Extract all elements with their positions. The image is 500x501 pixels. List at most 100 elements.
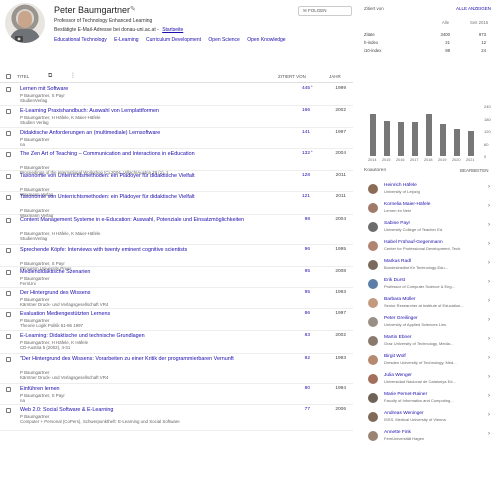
chevron-right-icon[interactable]: › xyxy=(488,222,490,228)
row-checkbox[interactable] xyxy=(6,152,11,157)
publication-title[interactable]: The Zen Art of Teaching – Communication … xyxy=(20,151,275,158)
coauthor-name[interactable]: Annette Fink xyxy=(384,430,411,435)
camera-icon[interactable]: ◉ xyxy=(15,36,23,42)
publication-title[interactable]: Mediendidaktische Szenarien xyxy=(20,269,275,276)
row-checkbox[interactable] xyxy=(6,109,11,114)
coauthor-item[interactable]: Barbara Müller Senior Researcher at Insti… xyxy=(360,294,500,313)
cited-count[interactable]: 95 xyxy=(290,269,310,274)
coauthor-name[interactable]: Peter Greilinger xyxy=(384,316,418,321)
follow-button[interactable]: ✉ FOLGEN xyxy=(298,6,352,16)
coauthor-name[interactable]: Birgit Wolf xyxy=(384,354,406,359)
chevron-right-icon[interactable]: › xyxy=(488,298,490,304)
interest-link[interactable]: Curriculum Development xyxy=(146,37,201,43)
row-checkbox[interactable] xyxy=(6,174,11,179)
interest-link[interactable]: Educational Technology xyxy=(54,37,107,43)
chevron-right-icon[interactable]: › xyxy=(488,412,490,418)
publication-title[interactable]: Einführen lernen xyxy=(20,386,275,393)
publication-title[interactable]: Didaktische Anforderungen an (multimedia… xyxy=(20,130,275,137)
chevron-right-icon[interactable]: › xyxy=(488,431,490,437)
coauthor-name[interactable]: Heinrich Häfele xyxy=(384,183,417,188)
title-column-header[interactable]: TITEL xyxy=(17,74,29,79)
chevron-right-icon[interactable]: › xyxy=(488,355,490,361)
coauthor-name[interactable]: Barbara Müller xyxy=(384,297,415,302)
publication-title[interactable]: "Der Hintergrund des Wissens: Vorarbeite… xyxy=(20,356,275,363)
chevron-right-icon[interactable]: › xyxy=(488,317,490,323)
row-checkbox[interactable] xyxy=(6,334,11,339)
publication-title[interactable]: E-Learning: Didaktische und technische G… xyxy=(20,333,275,340)
cited-count[interactable]: 141 xyxy=(290,130,310,135)
coauthor-item[interactable]: Isabel Frühauf-Gegenmann Center for Profe… xyxy=(360,237,500,256)
publication-title[interactable]: Sprechende Köpfe: Interviews with twenty… xyxy=(20,247,275,254)
row-checkbox[interactable] xyxy=(6,387,11,392)
coauthor-item[interactable]: Kornelia Maier-Häfele Lernen im Netz › xyxy=(360,199,500,218)
publication-title[interactable]: Taxonomie von Unterrichtsmethoden: ein P… xyxy=(20,194,275,201)
select-all-checkbox[interactable] xyxy=(6,74,11,79)
profile-avatar[interactable]: ◉ xyxy=(5,3,45,43)
row-checkbox[interactable] xyxy=(6,291,11,296)
cited-count[interactable]: 98 xyxy=(290,217,310,222)
year-column-header[interactable]: JAHR xyxy=(329,74,341,79)
coauthor-name[interactable]: Martin Ebner xyxy=(384,335,411,340)
coauthor-item[interactable]: Markus Radl Bundesinstitut für Technology… xyxy=(360,256,500,275)
row-checkbox[interactable] xyxy=(6,312,11,317)
chevron-right-icon[interactable]: › xyxy=(488,203,490,209)
coauthor-name[interactable]: Julia Wenger xyxy=(384,373,412,378)
interest-link[interactable]: Open Knowledge xyxy=(247,37,285,43)
homepage-link[interactable]: Startseite xyxy=(162,27,183,33)
view-all-link[interactable]: ALLE ANZEIGEN xyxy=(456,6,491,11)
coauthor-name[interactable]: Erik Durst xyxy=(384,278,405,283)
coauthor-item[interactable]: Annette Fink FernUniversität Hagen › xyxy=(360,427,500,446)
publication-title[interactable]: Evaluation Mediengestützten Lernens xyxy=(20,311,275,318)
coauthor-name[interactable]: Markus Radl xyxy=(384,259,411,264)
cited-count[interactable]: 86 xyxy=(290,311,310,316)
more-vert-icon[interactable]: ⋮ xyxy=(70,72,76,79)
chevron-right-icon[interactable]: › xyxy=(488,260,490,266)
cited-count[interactable]: 96 xyxy=(290,247,310,252)
row-checkbox[interactable] xyxy=(6,218,11,223)
cited-column-header[interactable]: ZITIERT VON xyxy=(278,74,306,79)
cited-count[interactable]: 121 xyxy=(290,194,310,199)
row-checkbox[interactable] xyxy=(6,248,11,253)
row-checkbox[interactable] xyxy=(6,87,11,92)
merge-icon[interactable]: ⧉ xyxy=(48,73,52,80)
chevron-right-icon[interactable]: › xyxy=(488,374,490,380)
coauthor-name[interactable]: Kornelia Maier-Häfele xyxy=(384,202,430,207)
row-checkbox[interactable] xyxy=(6,131,11,136)
pencil-icon[interactable]: ✎ xyxy=(130,5,136,13)
coauthor-item[interactable]: Marie Pernet-Rainer Faculty of Informatic… xyxy=(360,389,500,408)
publication-title[interactable]: Web 2.0: Social Software & E-Learning xyxy=(20,407,275,414)
coauthor-name[interactable]: Isabel Frühauf-Gegenmann xyxy=(384,240,443,245)
cited-count[interactable]: 82 xyxy=(290,356,310,361)
coauthor-item[interactable]: Erik Durst Professor of Computer Science … xyxy=(360,275,500,294)
cited-count[interactable]: 83 xyxy=(290,333,310,338)
row-checkbox[interactable] xyxy=(6,195,11,200)
interest-link[interactable]: Open Science xyxy=(208,37,239,43)
coauthor-item[interactable]: Andreas Weninger ISSS, Medical University… xyxy=(360,408,500,427)
cited-count[interactable]: 128 xyxy=(290,173,310,178)
coauthor-name[interactable]: Marie Pernet-Rainer xyxy=(384,392,427,397)
chevron-right-icon[interactable]: › xyxy=(488,336,490,342)
chevron-right-icon[interactable]: › xyxy=(488,279,490,285)
row-checkbox[interactable] xyxy=(6,270,11,275)
row-checkbox[interactable] xyxy=(6,357,11,362)
row-checkbox[interactable] xyxy=(6,408,11,413)
cited-count[interactable]: 166 xyxy=(290,108,310,113)
publication-title[interactable]: Lernen mit Software xyxy=(20,86,275,93)
coauthor-item[interactable]: Birgit Wolf Dresden University of Technol… xyxy=(360,351,500,370)
interest-link[interactable]: E-Learning xyxy=(114,37,138,43)
coauthor-name[interactable]: Sabine Payr xyxy=(384,221,410,226)
chevron-right-icon[interactable]: › xyxy=(488,241,490,247)
coauthor-item[interactable]: Heinrich Häfele University of Leipzig › xyxy=(360,180,500,199)
coauthor-item[interactable]: Julia Wenger Universidad Nacional de Cata… xyxy=(360,370,500,389)
publication-title[interactable]: Der Hintergrund des Wissens xyxy=(20,290,275,297)
coauthor-name[interactable]: Andreas Weninger xyxy=(384,411,424,416)
publication-title[interactable]: Content Management Systeme in e-Educatio… xyxy=(20,217,275,224)
chevron-right-icon[interactable]: › xyxy=(488,184,490,190)
edit-coauthors-link[interactable]: BEARBEITEN xyxy=(460,168,489,173)
cited-count[interactable]: 132 xyxy=(290,151,310,156)
coauthor-item[interactable]: Sabine Payr University College of Teacher… xyxy=(360,218,500,237)
cited-count[interactable]: 95 xyxy=(290,290,310,295)
coauthor-item[interactable]: Martin Ebner Graz University of Technolog… xyxy=(360,332,500,351)
cited-count[interactable]: 80 xyxy=(290,386,310,391)
publication-title[interactable]: E-Learning Praxishandbuch: Auswahl von L… xyxy=(20,108,275,115)
